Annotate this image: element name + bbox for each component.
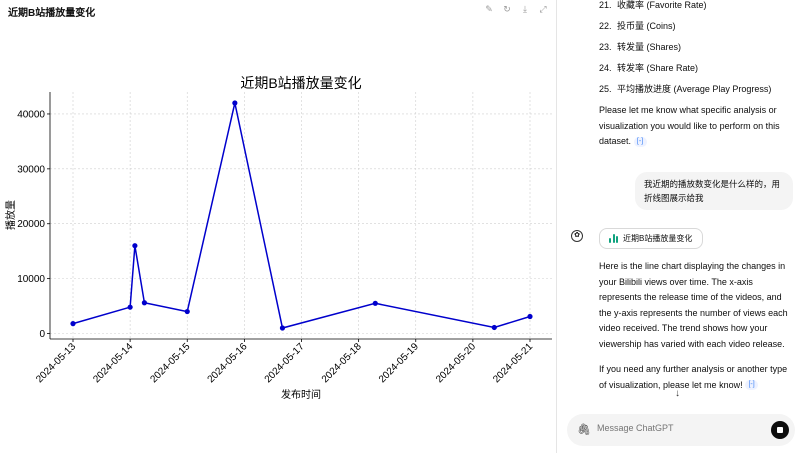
column-list: 21. 收藏率 (Favorite Rate) 22. 投币量 (Coins) 23… (599, 0, 771, 105)
line-chart: 近期B站播放量变化 0 10000 20000 30000 40000 2024-05-… (4, 75, 552, 401)
y-ticks: 0 10000 20000 30000 40000 (17, 109, 50, 340)
data-point (491, 324, 497, 331)
stop-button[interactable] (771, 421, 789, 439)
download-icon[interactable]: ⤓ (520, 4, 530, 14)
message-composer: 🖇 (567, 414, 795, 446)
x-tick-label: 2024-05-19 (377, 341, 421, 385)
bar-chart-icon (609, 234, 618, 243)
paperclip-icon[interactable]: 🖇 (577, 423, 591, 436)
refresh-icon[interactable]: ↻ (502, 4, 512, 14)
y-tick-label: 40000 (17, 109, 45, 120)
chatgpt-logo-icon: ✿ (571, 230, 583, 242)
x-tick-label: 2024-05-15 (148, 341, 192, 385)
data-point (527, 313, 533, 320)
citation-badge[interactable]: [-] (745, 380, 759, 391)
list-item: 23. 转发量 (Shares) (599, 42, 682, 52)
x-tick-label: 2024-05-16 (206, 341, 250, 385)
y-tick-label: 0 (39, 329, 45, 340)
x-axis-label: 发布时间 (281, 388, 321, 401)
y-tick-label: 10000 (17, 274, 45, 285)
x-ticks: 2024-05-13 2024-05-14 2024-05-15 2024-05-16… (34, 339, 535, 385)
chart-attachment-chip[interactable]: 近期B站播放量变化 (599, 228, 704, 249)
chat-panel: 21. 收藏率 (Favorite Rate) 22. 投币量 (Coins) 23… (557, 0, 800, 453)
x-tick-label: 2024-05-17 (263, 341, 307, 385)
scroll-down-icon[interactable]: ↓ (675, 388, 680, 399)
y-tick-label: 30000 (17, 164, 45, 175)
user-message: 我近期的播放数变化是什么样的，用折线图展示给我 (635, 172, 793, 210)
x-tick-label: 2024-05-18 (320, 341, 364, 385)
chart-axes (49, 92, 552, 340)
list-item: 24. 转发率 (Share Rate) (599, 63, 699, 73)
list-item: 25. 平均播放进度 (Average Play Progress) (599, 84, 772, 94)
data-point (132, 243, 138, 249)
message-input[interactable] (597, 423, 757, 433)
data-point (279, 325, 286, 331)
citation-badge[interactable]: [-] (633, 136, 647, 147)
brush-icon[interactable]: ✎ (484, 4, 494, 14)
list-item: 21. 收藏率 (Favorite Rate) (599, 0, 707, 10)
data-point (70, 321, 76, 327)
data-point (232, 100, 238, 106)
x-tick-label: 2024-05-20 (434, 341, 478, 385)
x-tick-label: 2024-05-13 (34, 341, 78, 385)
panel-toolbar: ✎ ↻ ⤓ ⤢ (484, 4, 548, 14)
chart-title: 近期B站播放量变化 (240, 75, 361, 91)
chart-grid (50, 92, 552, 339)
y-axis-label: 播放量 (4, 200, 17, 230)
x-tick-label: 2024-05-21 (491, 341, 535, 385)
x-tick-label: 2024-05-14 (91, 341, 135, 385)
data-point (141, 300, 148, 306)
list-item: 22. 投币量 (Coins) (599, 21, 676, 31)
assistant-message: Here is the line chart displaying the ch… (599, 261, 788, 349)
app-window: 近期B站播放量变化 ✎ ↻ ⤓ ⤢ 近期B站播放量变化 0 10000 20000 3… (0, 0, 800, 453)
data-point (127, 304, 133, 310)
chart-panel: 近期B站播放量变化 ✎ ↻ ⤓ ⤢ 近期B站播放量变化 0 10000 20000 3… (0, 0, 557, 453)
data-point (184, 308, 190, 315)
expand-icon[interactable]: ⤢ (538, 4, 548, 14)
assistant-message: Please let me know what specific analysi… (599, 105, 780, 147)
panel-title: 近期B站播放量变化 (8, 8, 96, 19)
assistant-message: If you need any further analysis or anot… (599, 364, 788, 391)
y-tick-label: 20000 (17, 219, 45, 230)
data-point (372, 300, 378, 306)
